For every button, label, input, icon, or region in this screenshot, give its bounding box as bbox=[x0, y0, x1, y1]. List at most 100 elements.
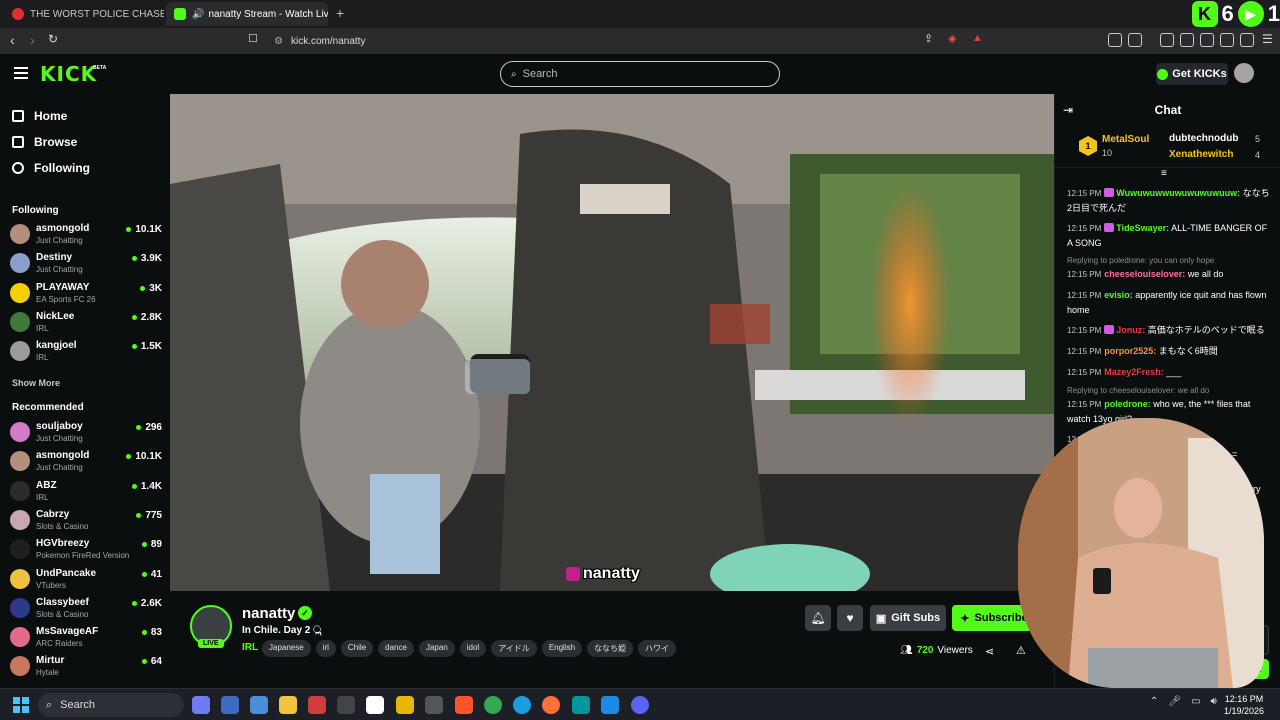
reply-context[interactable]: Replying to cheeselouiselover: we all do bbox=[1067, 386, 1271, 395]
edge-icon[interactable] bbox=[513, 696, 531, 714]
taskbar-app-icon[interactable] bbox=[308, 696, 326, 714]
volume-icon[interactable]: 🔊︎ bbox=[1211, 696, 1217, 707]
stream-category[interactable]: IRL bbox=[242, 642, 258, 653]
sidebar-channel-destiny[interactable]: Destiny Just Chatting 3.9K bbox=[10, 251, 162, 279]
share-page-icon[interactable]: ⇪ bbox=[924, 32, 933, 45]
chat-username[interactable]: porpor2525: bbox=[1104, 346, 1156, 356]
menu-icon[interactable]: ☰ bbox=[1262, 32, 1273, 46]
stream-tag[interactable]: irl bbox=[315, 640, 336, 657]
leaderboard-name[interactable]: Xenathewitch bbox=[1169, 149, 1233, 160]
site-info-icon[interactable]: ⚙ bbox=[274, 36, 283, 47]
chevron-up-icon[interactable]: ⌃ bbox=[1150, 696, 1158, 707]
sidebar-channel-asmongold[interactable]: asmongold Just Chatting 10.1K bbox=[10, 222, 162, 250]
reply-context[interactable]: Replying to poledrone: you can only hope bbox=[1067, 256, 1271, 265]
taskbar-app-icon[interactable] bbox=[366, 696, 384, 714]
back-icon[interactable]: ‹ bbox=[10, 32, 15, 48]
taskbar-app-icon[interactable] bbox=[221, 696, 239, 714]
user-avatar[interactable] bbox=[1234, 63, 1254, 83]
sidebar-channel-classybeef[interactable]: Classybeef Slots & Casino 2.6K bbox=[10, 596, 162, 624]
nav-following[interactable]: Following bbox=[12, 158, 90, 178]
stream-tag[interactable]: Japan bbox=[418, 640, 455, 657]
network-icon[interactable]: ▭ bbox=[1191, 696, 1200, 707]
file-explorer-icon[interactable] bbox=[279, 696, 297, 714]
taskbar-app-icon[interactable] bbox=[250, 696, 268, 714]
microphone-icon[interactable]: 🎤︎ bbox=[1168, 696, 1181, 707]
notification-bell-button[interactable]: 🔔︎ bbox=[805, 605, 831, 631]
get-kicks-button[interactable]: Get KICKs bbox=[1156, 63, 1228, 85]
kick-logo[interactable]: KICK bbox=[40, 62, 97, 86]
chat-username[interactable]: Mazey2Fresh: bbox=[1104, 367, 1164, 377]
sidebar-channel-mirtur[interactable]: Mirtur Hytale 64 bbox=[10, 654, 162, 682]
gift-subs-button[interactable]: ▣ Gift Subs bbox=[870, 605, 946, 631]
windows-start-icon[interactable] bbox=[13, 697, 29, 713]
follow-button[interactable]: ♥ bbox=[837, 605, 863, 631]
chat-username[interactable]: cheeselouiselover: bbox=[1104, 269, 1185, 279]
sidebar-channel-abz[interactable]: ABZ IRL 1.4K bbox=[10, 479, 162, 507]
brave-shield-icon[interactable]: ◈ bbox=[948, 32, 956, 45]
stream-tag[interactable]: Japanese bbox=[262, 640, 311, 657]
bookmark-icon[interactable]: ☐ bbox=[248, 32, 258, 45]
streamer-name[interactable]: nanatty bbox=[242, 605, 295, 622]
taskbar-clock[interactable]: 12:16 PM 1/19/2026 bbox=[1224, 693, 1264, 717]
share-icon[interactable]: ⋖ bbox=[985, 645, 994, 658]
sidebar-channel-playaway[interactable]: PLAYAWAY EA Sports FC 26 3K bbox=[10, 281, 162, 309]
hamburger-menu-icon[interactable] bbox=[14, 67, 28, 79]
browser-tab-youtube[interactable]: THE WORST POLICE CHASE I'VE EVER bbox=[4, 2, 164, 26]
chat-username[interactable]: Wuwuwuwwuwuwuwuwuuw: bbox=[1116, 188, 1240, 198]
report-icon[interactable]: ⚠ bbox=[1016, 644, 1026, 657]
wallet-icon[interactable] bbox=[1200, 33, 1214, 47]
reader-icon[interactable] bbox=[1128, 33, 1142, 47]
discord-icon[interactable] bbox=[631, 696, 649, 714]
stream-tag[interactable]: アイドル bbox=[491, 640, 537, 657]
sidebar-channel-kangjoel[interactable]: kangjoel IRL 1.5K bbox=[10, 339, 162, 367]
brave-browser-icon[interactable] bbox=[455, 696, 473, 714]
search-bar[interactable]: ⌕ bbox=[500, 61, 780, 87]
chat-username[interactable]: evisio: bbox=[1104, 290, 1133, 300]
collapse-chat-icon[interactable]: ⇥ bbox=[1063, 103, 1073, 117]
url-field[interactable]: ⚙ kick.com/nanatty bbox=[270, 31, 910, 51]
sidebar-channel-cabrzy[interactable]: Cabrzy Slots & Casino 775 bbox=[10, 508, 162, 536]
chrome-icon[interactable] bbox=[484, 696, 502, 714]
taskbar-app-icon[interactable] bbox=[425, 696, 443, 714]
vpn-icon[interactable] bbox=[1240, 33, 1254, 47]
taskbar-app-icon[interactable] bbox=[337, 696, 355, 714]
nav-home[interactable]: Home bbox=[12, 106, 67, 126]
search-input[interactable] bbox=[522, 68, 763, 80]
chat-username[interactable]: Jonuz: bbox=[1116, 325, 1145, 335]
extensions-icon[interactable] bbox=[1108, 33, 1122, 47]
reload-icon[interactable]: ↻ bbox=[48, 32, 58, 46]
stream-tag[interactable]: dance bbox=[378, 640, 414, 657]
media-icon[interactable] bbox=[1160, 33, 1174, 47]
sidebar-toggle-icon[interactable] bbox=[1180, 33, 1194, 47]
leaderboard-name[interactable]: dubtechnodub bbox=[1169, 133, 1238, 144]
sidebar-channel-souljaboy[interactable]: souljaboy Just Chatting 296 bbox=[10, 420, 162, 448]
chat-username[interactable]: TideSwayer: bbox=[1116, 223, 1169, 233]
taskbar-app-icon[interactable] bbox=[192, 696, 210, 714]
stream-tag[interactable]: ななち姫 bbox=[587, 640, 634, 657]
expand-leaderboard-icon[interactable]: ≡ bbox=[1161, 168, 1167, 179]
stream-tag[interactable]: idol bbox=[459, 640, 487, 657]
new-tab-button[interactable]: + bbox=[336, 5, 344, 21]
nav-browse[interactable]: Browse bbox=[12, 132, 77, 152]
sidebar-channel-nicklee[interactable]: NickLee IRL 2.8K bbox=[10, 310, 162, 338]
arduino-icon[interactable] bbox=[572, 696, 590, 714]
leaderboard-name[interactable]: MetalSoul bbox=[1102, 134, 1149, 145]
brave-rewards-icon[interactable]: ▲ bbox=[972, 32, 983, 44]
stream-tag[interactable]: Chile bbox=[340, 640, 374, 657]
forward-icon[interactable]: › bbox=[30, 32, 35, 48]
chat-username[interactable]: poledrone: bbox=[1104, 399, 1151, 409]
taskbar-search[interactable]: ⌕ Search bbox=[38, 693, 184, 717]
firefox-icon[interactable] bbox=[542, 696, 560, 714]
sidebar-channel-undpancake[interactable]: UndPancake VTubers 41 bbox=[10, 567, 162, 595]
stream-tag[interactable]: English bbox=[541, 640, 583, 657]
taskbar-app-icon[interactable] bbox=[396, 696, 414, 714]
sidebar-channel-mssavageaf[interactable]: MsSavageAF ARC Raiders 83 bbox=[10, 625, 162, 653]
show-more-link[interactable]: Show More bbox=[12, 378, 60, 388]
browser-tab-kick[interactable]: 🔊 nanatty Stream - Watch Live o ✕ bbox=[166, 2, 328, 26]
stream-tag[interactable]: ハワイ bbox=[638, 640, 677, 657]
leo-ai-icon[interactable] bbox=[1220, 33, 1234, 47]
video-player[interactable] bbox=[170, 94, 1054, 591]
vscode-icon[interactable] bbox=[601, 696, 619, 714]
sidebar-channel-hgvbreezy[interactable]: HGVbreezy Pokemon FireRed Version 89 bbox=[10, 537, 162, 565]
sidebar-channel-asmongold[interactable]: asmongold Just Chatting 10.1K bbox=[10, 449, 162, 477]
